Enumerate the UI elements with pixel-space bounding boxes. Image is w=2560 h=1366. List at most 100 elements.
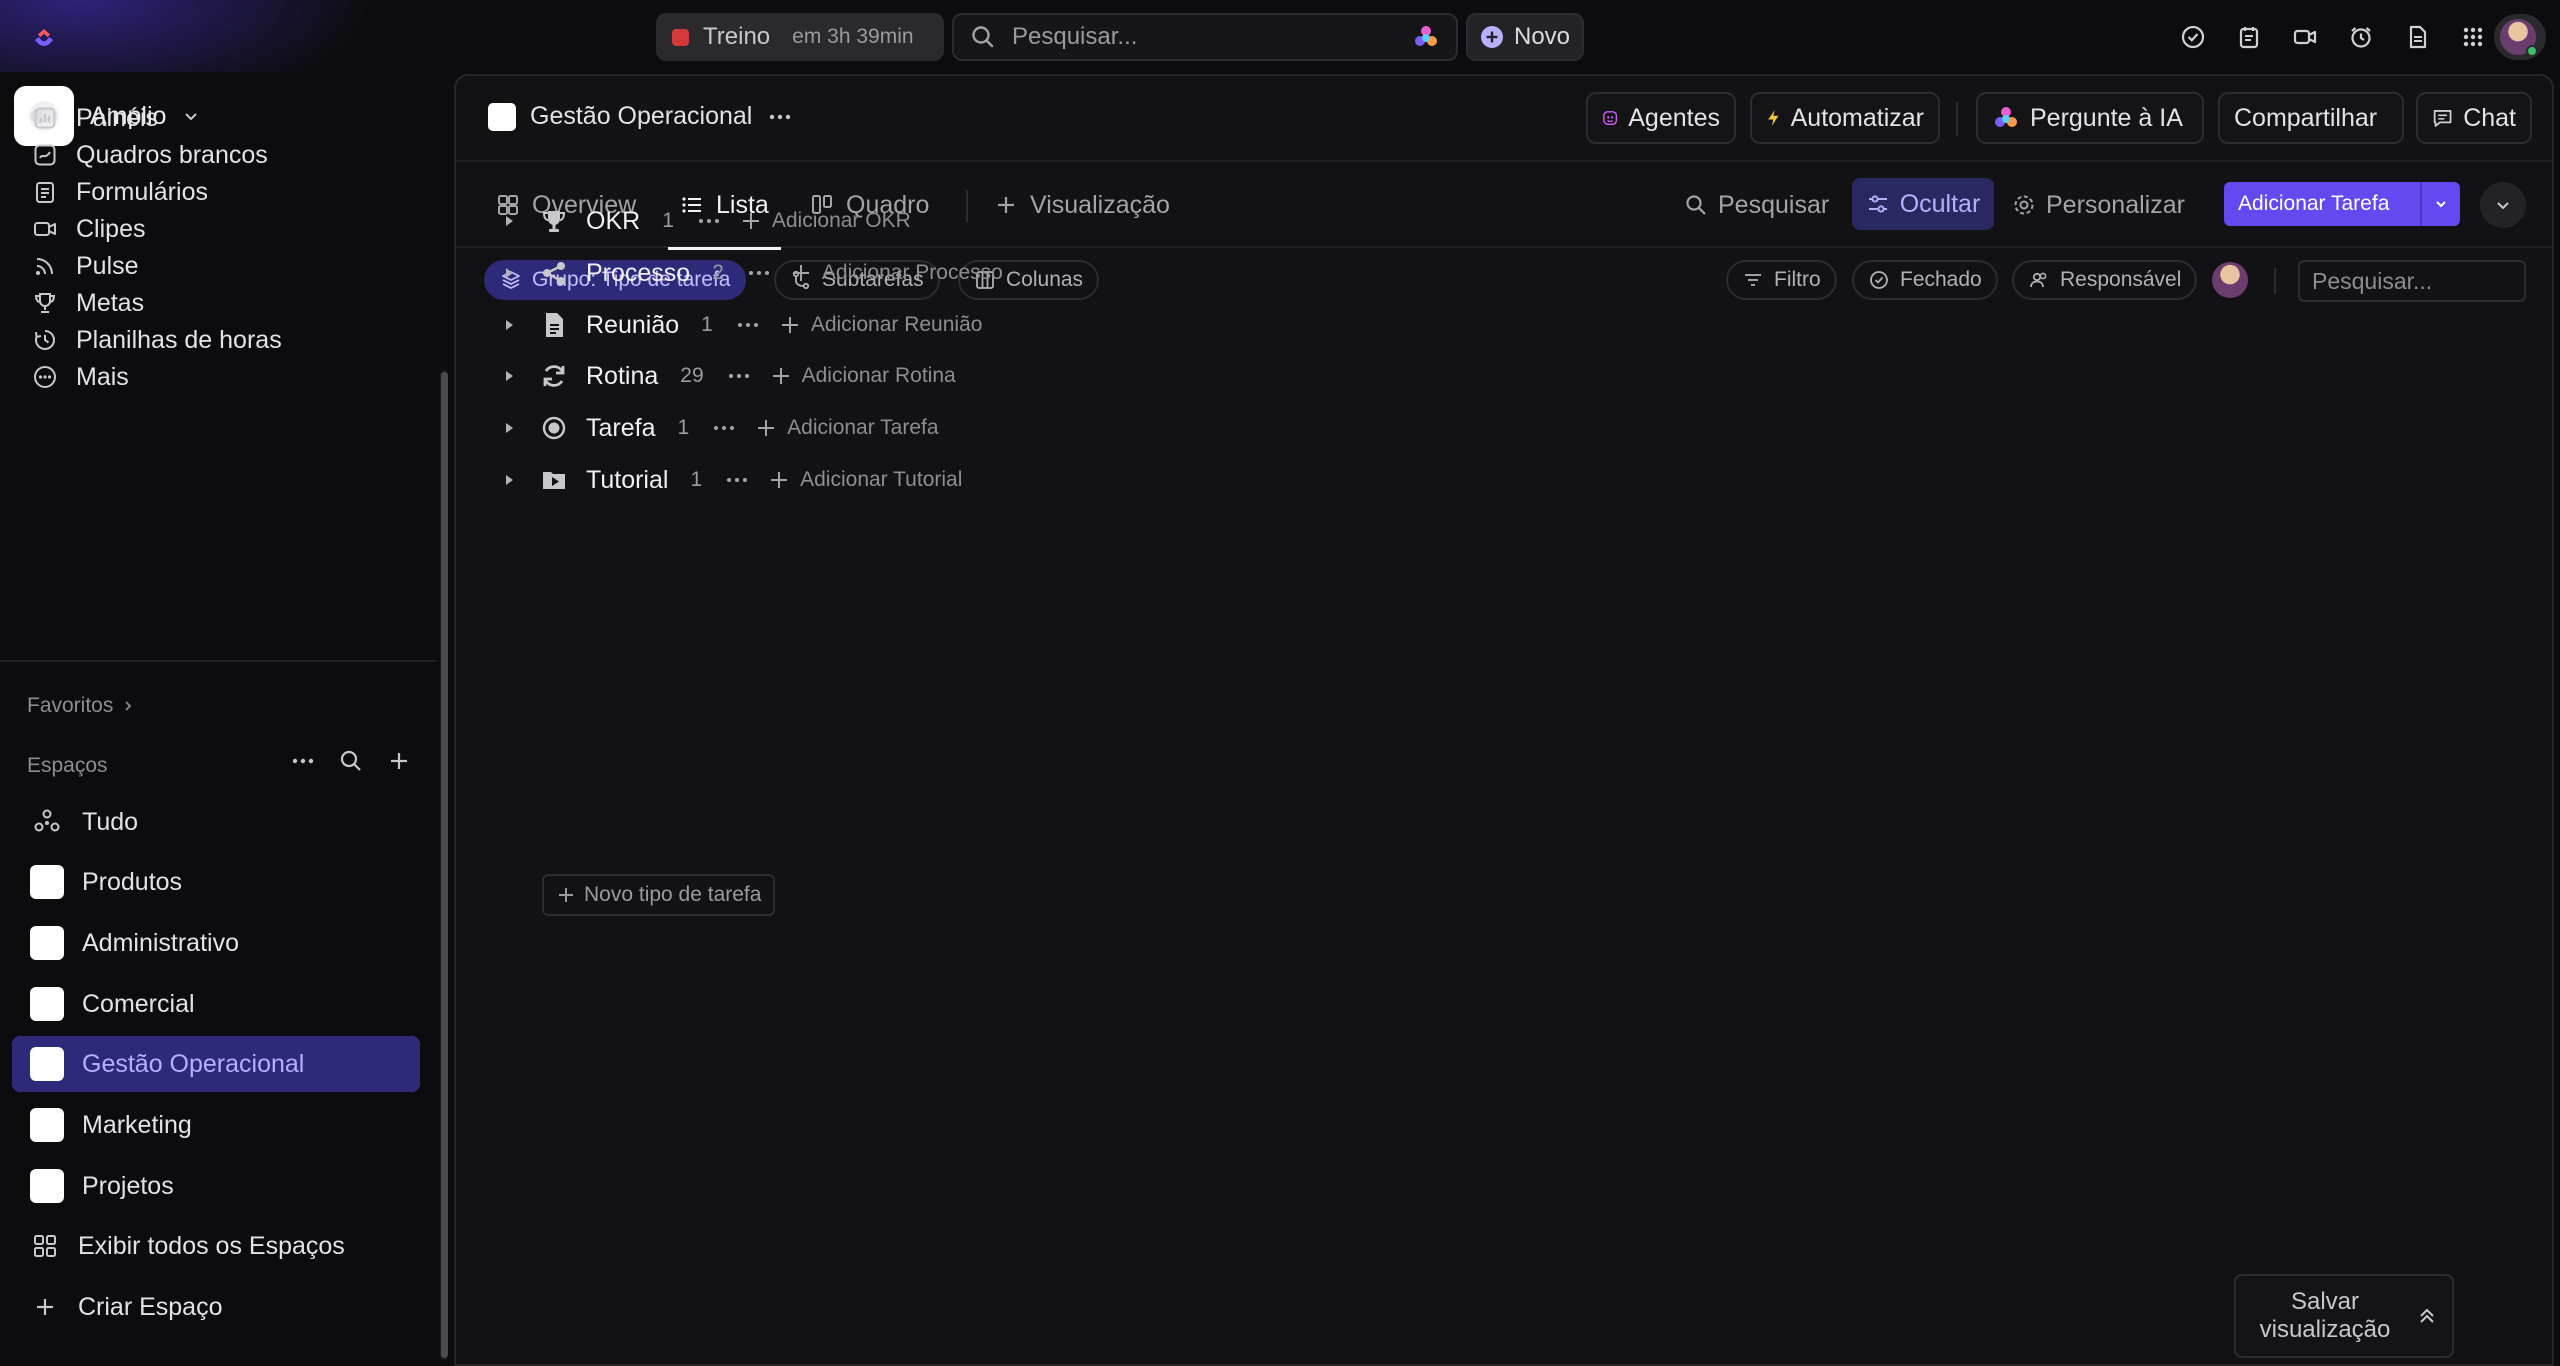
add-view-button[interactable]: Visualização xyxy=(994,162,1170,248)
space-label: Tudo xyxy=(82,807,139,836)
space-avatar xyxy=(30,865,64,899)
add-to-group-button[interactable]: Adicionar OKR xyxy=(740,209,911,233)
more-dots-icon[interactable] xyxy=(726,363,752,389)
view-search-button[interactable]: Pesquisar xyxy=(1684,162,1829,248)
timer-label: Treino xyxy=(703,23,771,50)
save-view-button[interactable]: Salvar visualização xyxy=(2234,1274,2454,1358)
space-item-gestao-operacional[interactable]: Gestão Operacional xyxy=(12,1036,420,1092)
user-avatar-button[interactable] xyxy=(2494,14,2546,60)
app-logo[interactable] xyxy=(26,18,62,54)
avatar[interactable] xyxy=(2212,262,2248,298)
add-to-group-button[interactable]: Adicionar Reunião xyxy=(779,313,982,337)
space-item-produtos[interactable]: Produtos xyxy=(12,854,420,910)
favorites-header[interactable]: Favoritos xyxy=(27,694,135,718)
new-task-type-button[interactable]: Novo tipo de tarefa xyxy=(542,874,776,916)
stop-icon[interactable] xyxy=(672,28,689,46)
caret-right-icon[interactable] xyxy=(496,214,522,228)
plus-circle-icon xyxy=(1480,26,1503,48)
caret-right-icon[interactable] xyxy=(496,421,522,435)
double-chevron-up-icon xyxy=(2420,1308,2434,1323)
create-space-label: Criar Espaço xyxy=(78,1292,223,1321)
sliders-icon xyxy=(1868,195,1887,213)
task-group-row[interactable]: Processo 2 Adicionar Processo xyxy=(496,249,1003,297)
add-to-group-button[interactable]: Adicionar Rotina xyxy=(770,364,956,388)
document-icon[interactable] xyxy=(2400,20,2434,54)
create-space[interactable]: Criar Espaço xyxy=(12,1279,420,1335)
task-group-row[interactable]: Rotina 29 Adicionar Rotina xyxy=(496,352,956,400)
add-to-group-button[interactable]: Adicionar Tutorial xyxy=(768,468,962,492)
notepad-icon[interactable] xyxy=(2232,20,2266,54)
more-dots-icon[interactable] xyxy=(766,103,794,131)
group-name: Tarefa xyxy=(586,413,656,442)
add-to-group-button[interactable]: Adicionar Tarefa xyxy=(755,416,939,440)
space-item-comercial[interactable]: Comercial xyxy=(12,976,420,1032)
group-name: Rotina xyxy=(586,361,659,390)
agents-button[interactable]: Agentes xyxy=(1586,92,1736,144)
chat-button[interactable]: Chat xyxy=(2416,92,2532,144)
task-group-row[interactable]: OKR 1 Adicionar OKR xyxy=(496,197,911,245)
group-count: 2 xyxy=(712,261,724,284)
task-group-row[interactable]: Tutorial 1 Adicionar Tutorial xyxy=(496,456,962,504)
apps-grid-icon[interactable] xyxy=(2456,20,2490,54)
caret-right-icon[interactable] xyxy=(496,318,522,332)
breadcrumb[interactable]: Gestão Operacional xyxy=(488,102,794,131)
show-all-spaces[interactable]: Exibir todos os Espaços xyxy=(12,1218,420,1274)
space-avatar xyxy=(30,987,64,1021)
more-dots-icon[interactable] xyxy=(711,415,737,441)
add-task-button[interactable]: Adicionar Tarefa xyxy=(2224,182,2460,226)
group-name: Processo xyxy=(586,258,691,287)
check-circle-icon[interactable] xyxy=(2176,20,2210,54)
sidebar-scrollbar[interactable] xyxy=(441,372,448,1358)
search-input[interactable] xyxy=(1012,23,1396,51)
customize-button[interactable]: Personalizar xyxy=(2012,162,2185,248)
space-label: Administrativo xyxy=(82,928,239,957)
ai-sparkle-icon[interactable] xyxy=(1412,23,1440,51)
more-dots-icon[interactable] xyxy=(746,260,772,286)
lightning-icon xyxy=(1768,109,1779,127)
space-item-all[interactable]: Tudo xyxy=(12,794,420,850)
sidebar-item-more[interactable]: Mais xyxy=(14,351,420,403)
ask-ai-button[interactable]: Pergunte à IA xyxy=(1976,92,2204,144)
columns-label: Colunas xyxy=(1006,268,1084,291)
add-to-group-button[interactable]: Adicionar Processo xyxy=(790,261,1003,285)
new-task-type-label: Novo tipo de tarefa xyxy=(584,883,762,906)
filter-chip[interactable]: Filtro xyxy=(1726,260,1837,300)
collapse-header-button[interactable] xyxy=(2480,182,2526,228)
video-record-icon[interactable] xyxy=(2288,20,2322,54)
share-button[interactable]: Compartilhar xyxy=(2218,92,2404,144)
plus-icon[interactable] xyxy=(386,748,412,774)
add-to-group-label: Adicionar Processo xyxy=(821,261,1003,284)
show-all-label: Exibir todos os Espaços xyxy=(78,1231,345,1260)
caret-right-icon[interactable] xyxy=(496,369,522,383)
space-item-marketing[interactable]: Marketing xyxy=(12,1097,420,1153)
space-item-administrativo[interactable]: Administrativo xyxy=(12,915,420,971)
task-group-row[interactable]: Reunião 1 Adicionar Reunião xyxy=(496,301,982,349)
task-group-row[interactable]: Tarefa 1 Adicionar Tarefa xyxy=(496,404,939,452)
more-dots-icon[interactable] xyxy=(735,312,761,338)
chevron-down-icon[interactable] xyxy=(2422,196,2460,212)
hide-button[interactable]: Ocultar xyxy=(1852,178,1994,230)
automate-button[interactable]: Automatizar xyxy=(1750,92,1940,144)
more-dots-icon[interactable] xyxy=(724,467,750,493)
list-search-input[interactable] xyxy=(2298,260,2526,302)
assignee-chip[interactable]: Responsável xyxy=(2012,260,2198,300)
space-item-projetos[interactable]: Projetos xyxy=(12,1158,420,1214)
caret-right-icon[interactable] xyxy=(496,473,522,487)
chevron-down-icon xyxy=(2497,202,2509,210)
spaces-label: Espaços xyxy=(27,754,108,777)
search-icon xyxy=(972,26,994,48)
global-search[interactable] xyxy=(952,13,1458,61)
spaces-tools xyxy=(290,748,412,774)
caret-right-icon[interactable] xyxy=(496,266,522,280)
more-dots-icon[interactable] xyxy=(290,748,316,774)
closed-chip[interactable]: Fechado xyxy=(1852,260,1998,300)
group-count: 1 xyxy=(690,468,703,491)
new-button[interactable]: Novo xyxy=(1466,13,1584,61)
more-dots-icon[interactable] xyxy=(696,208,722,234)
timer-pill[interactable]: Treino em 3h 39min xyxy=(656,13,944,61)
plus-icon xyxy=(771,472,788,488)
alarm-clock-icon[interactable] xyxy=(2344,20,2378,54)
save-view-label: Salvar visualização xyxy=(2259,1288,2391,1343)
add-task-label: Adicionar Tarefa xyxy=(2238,192,2390,215)
search-icon[interactable] xyxy=(338,748,364,774)
